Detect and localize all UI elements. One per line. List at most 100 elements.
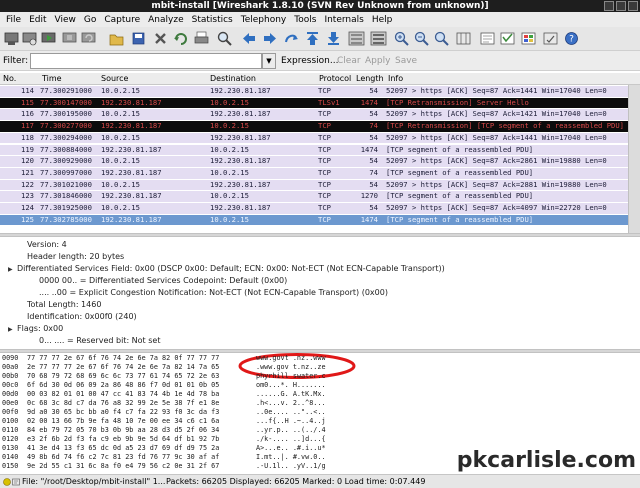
auto-scroll-icon[interactable] — [370, 30, 387, 47]
menu-internals[interactable]: Internals — [320, 15, 367, 25]
go-forward-icon[interactable] — [262, 30, 279, 47]
packet-list-scrollbar[interactable] — [628, 85, 640, 233]
packet-cell-dst: 192.230.81.187 — [210, 156, 271, 166]
packet-cell-dst: 192.230.81.187 — [210, 203, 271, 212]
go-back-icon[interactable] — [240, 30, 257, 47]
detail-tree-text: Version: 4 — [27, 240, 67, 249]
packet-cell-info: [TCP Retransmission] Server Hello — [386, 97, 529, 107]
resize-columns-icon[interactable] — [455, 30, 472, 47]
hex-dump-ascii: ......G. A.tK.Mx. — [256, 390, 326, 398]
column-header-destination[interactable]: Destination — [210, 74, 256, 83]
packet-row[interactable]: 123 77.301846000 192.230.81.187 10.0.2.15 TC… — [0, 191, 640, 202]
interface-list-icon[interactable] — [3, 30, 20, 47]
packet-row[interactable]: 122 77.301021000 10.0.2.15 192.230.81.187 TC… — [0, 179, 640, 191]
detail-tree-item[interactable]: ▶ Differentiated Services Field: 0x00 (DS… — [8, 264, 445, 273]
menu-help[interactable]: Help — [368, 15, 397, 25]
menu-capture[interactable]: Capture — [100, 15, 144, 25]
colorize-icon[interactable] — [348, 30, 365, 47]
hex-dump-offset: 00c0 — [2, 381, 19, 389]
packet-row[interactable]: 115 77.300147000 192.230.81.187 10.0.2.15 TL… — [0, 97, 640, 109]
reload-icon[interactable] — [172, 30, 189, 47]
restart-capture-icon[interactable] — [80, 30, 97, 47]
coloring-rules-icon[interactable] — [520, 30, 537, 47]
packet-cell-proto: TCP — [318, 109, 331, 119]
menu-analyze[interactable]: Analyze — [144, 15, 187, 25]
expression-button[interactable]: Expression... — [281, 56, 338, 66]
hex-dump-offset: 00a0 — [2, 363, 19, 371]
packet-cell-no: 117 — [21, 121, 34, 131]
packet-row[interactable]: 114 77.300291000 10.0.2.15 192.230.81.187 TC… — [0, 86, 640, 97]
column-header-time[interactable]: Time — [42, 74, 62, 83]
packet-row[interactable]: 121 77.300997000 192.230.81.187 10.0.2.15 TC… — [0, 167, 640, 179]
close-window-button[interactable] — [628, 1, 638, 11]
packet-cell-dst: 10.0.2.15 — [210, 214, 249, 224]
menu-file[interactable]: File — [2, 15, 25, 25]
start-capture-icon[interactable] — [40, 30, 57, 47]
find-packet-icon[interactable] — [216, 30, 233, 47]
clear-button[interactable]: Clear — [337, 56, 361, 66]
detail-tree-text: Differentiated Services Field: 0x00 (DSC… — [17, 264, 445, 273]
close-file-icon[interactable] — [152, 30, 169, 47]
capture-filters-icon[interactable] — [479, 30, 496, 47]
packet-row[interactable]: 116 77.300195000 10.0.2.15 192.230.81.187 TC… — [0, 109, 640, 121]
packet-row[interactable]: 118 77.300294000 10.0.2.15 192.230.81.187 TC… — [0, 132, 640, 144]
menu-statistics[interactable]: Statistics — [188, 15, 237, 25]
window-title: mbit-install [Wireshark 1.8.10 (SVN Rev … — [151, 1, 489, 11]
save-button[interactable]: Save — [395, 56, 417, 66]
detail-tree-item[interactable]: Version: 4 — [18, 240, 67, 249]
zoom-out-icon[interactable] — [413, 30, 430, 47]
zoom-in-icon[interactable] — [393, 30, 410, 47]
capture-comment-icon[interactable] — [12, 478, 20, 486]
packet-row-selected[interactable]: 125 77.302785000 192.230.81.187 10.0.2.15 TC… — [0, 214, 640, 226]
packet-row[interactable]: 117 77.300277000 192.230.81.187 10.0.2.15 TC… — [0, 121, 640, 132]
detail-tree-item[interactable]: 0... .... = Reserved bit: Not set — [30, 336, 160, 345]
capture-options-icon[interactable] — [21, 30, 38, 47]
menu-view[interactable]: View — [51, 15, 80, 25]
stop-capture-icon[interactable] — [61, 30, 78, 47]
expand-triangle-icon[interactable]: ▶ — [8, 326, 17, 333]
detail-tree-item[interactable]: 0000 00.. = Differentiated Services Code… — [30, 276, 287, 285]
filter-dropdown-button[interactable]: ▼ — [262, 53, 276, 69]
packet-cell-len: 54 — [369, 132, 378, 142]
expert-info-icon[interactable] — [3, 478, 11, 486]
packet-cell-proto: TCP — [318, 203, 331, 212]
detail-tree-item[interactable]: ▶ Flags: 0x00 — [8, 324, 63, 333]
save-file-icon[interactable] — [130, 30, 147, 47]
help-icon[interactable]: ? — [563, 30, 580, 47]
minimize-button[interactable] — [604, 1, 614, 11]
expand-triangle-icon[interactable]: ▶ — [8, 266, 17, 273]
column-header-length[interactable]: Length — [356, 74, 384, 83]
packet-cell-dst: 10.0.2.15 — [210, 121, 249, 131]
packet-cell-no: 122 — [21, 179, 34, 189]
column-header-no[interactable]: No. — [3, 74, 16, 83]
go-last-icon[interactable] — [325, 30, 342, 47]
go-first-icon[interactable] — [304, 30, 321, 47]
detail-tree-item[interactable]: Identification: 0x00f0 (240) — [18, 312, 137, 321]
go-to-packet-icon[interactable] — [283, 30, 300, 47]
menu-edit[interactable]: Edit — [25, 15, 50, 25]
apply-button[interactable]: Apply — [365, 56, 390, 66]
filter-input[interactable] — [30, 53, 262, 69]
detail-tree-text: Header length: 20 bytes — [27, 252, 125, 261]
packet-row[interactable]: 119 77.300884000 192.230.81.187 10.0.2.15 TC… — [0, 144, 640, 156]
display-filters-icon[interactable] — [499, 30, 516, 47]
maximize-button[interactable] — [616, 1, 626, 11]
detail-tree-item[interactable]: .... ..00 = Explicit Congestion Notifica… — [30, 288, 388, 297]
print-icon[interactable] — [193, 30, 210, 47]
hex-dump-ascii: ..0e.... .."..<.. — [256, 408, 326, 416]
menu-telephony[interactable]: Telephony — [237, 15, 291, 25]
column-header-protocol[interactable]: Protocol — [319, 74, 351, 83]
column-header-source[interactable]: Source — [101, 74, 128, 83]
normal-size-icon[interactable] — [433, 30, 450, 47]
detail-tree-item[interactable]: Header length: 20 bytes — [18, 252, 124, 261]
column-header-info[interactable]: Info — [388, 74, 403, 83]
detail-tree-item[interactable]: Total Length: 1460 — [18, 300, 101, 309]
menu-tools[interactable]: Tools — [290, 15, 320, 25]
packet-row[interactable]: 124 77.301925000 10.0.2.15 192.230.81.187 TC… — [0, 203, 640, 214]
packet-cell-proto: TCP — [318, 214, 331, 224]
menu-go[interactable]: Go — [80, 15, 100, 25]
packet-cell-time: 77.300997000 — [40, 167, 92, 177]
open-file-icon[interactable] — [108, 30, 125, 47]
packet-row[interactable]: 120 77.300929000 10.0.2.15 192.230.81.187 TC… — [0, 156, 640, 167]
preferences-icon[interactable] — [542, 30, 559, 47]
